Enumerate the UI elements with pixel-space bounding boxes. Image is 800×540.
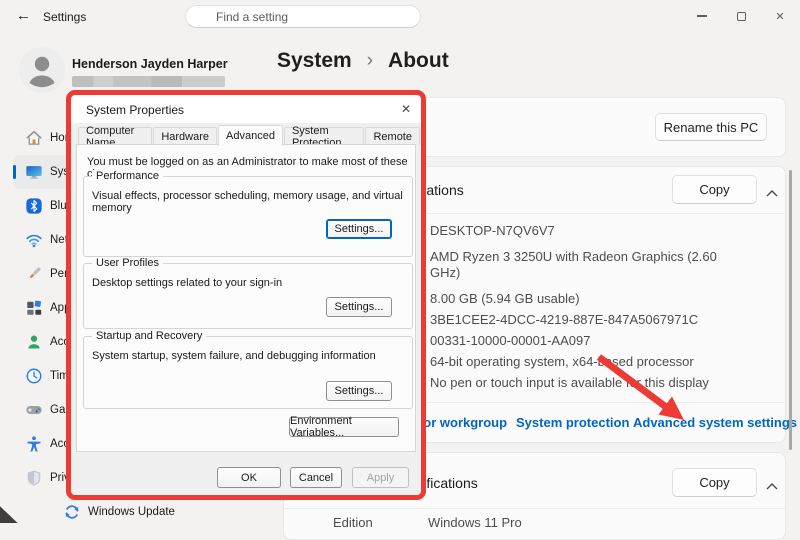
user-profiles-settings-button[interactable]: Settings... bbox=[326, 297, 392, 317]
startup-recovery-description: System startup, system failure, and debu… bbox=[92, 350, 376, 362]
user-name: Henderson Jayden Harper bbox=[72, 57, 228, 71]
performance-settings-button[interactable]: Settings... bbox=[326, 219, 392, 239]
cancel-button[interactable]: Cancel bbox=[290, 467, 342, 488]
brush-icon bbox=[25, 265, 43, 283]
copy-device-specs-button[interactable]: Copy bbox=[672, 175, 757, 204]
system-properties-dialog: System Properties ✕ Computer Name Hardwa… bbox=[71, 95, 421, 495]
maximize-button[interactable] bbox=[727, 6, 755, 26]
bluetooth-icon bbox=[25, 197, 43, 215]
user-profiles-group: User Profiles Desktop settings related t… bbox=[83, 257, 413, 329]
startup-recovery-settings-button[interactable]: Settings... bbox=[326, 381, 392, 401]
avatar bbox=[19, 47, 65, 98]
home-icon bbox=[25, 129, 43, 147]
system-type-value: 64-bit operating system, x64-based proce… bbox=[430, 354, 694, 369]
environment-variables-button[interactable]: Environment Variables... bbox=[289, 415, 399, 439]
processor-value: AMD Ryzen 3 3250U with Radeon Graphics (… bbox=[430, 249, 717, 264]
close-button[interactable]: ✕ bbox=[766, 6, 794, 26]
installed-ram-value: 8.00 GB (5.94 GB usable) bbox=[430, 291, 580, 306]
performance-description: Visual effects, processor scheduling, me… bbox=[92, 190, 403, 214]
tab-computer-name[interactable]: Computer Name bbox=[78, 125, 153, 149]
breadcrumb: System › About bbox=[277, 49, 449, 73]
dialog-titlebar: System Properties ✕ bbox=[71, 95, 421, 123]
advanced-system-settings-link[interactable]: Advanced system settings bbox=[633, 415, 797, 430]
breadcrumb-separator-icon: › bbox=[366, 50, 374, 71]
processor-value-line2: GHz) bbox=[430, 265, 461, 280]
ok-button[interactable]: OK bbox=[217, 467, 281, 488]
sidebar-item-windows-update[interactable]: Windows Update bbox=[13, 495, 175, 529]
dialog-title: System Properties bbox=[86, 103, 185, 117]
user-profiles-description: Desktop settings related to your sign-in bbox=[92, 277, 283, 289]
tab-remote[interactable]: Remote bbox=[365, 127, 420, 145]
advanced-tab-page: You must be logged on as an Administrato… bbox=[76, 144, 416, 452]
person-icon bbox=[25, 333, 43, 351]
pen-touch-value: No pen or touch input is available for t… bbox=[430, 375, 709, 390]
rename-pc-button[interactable]: Rename this PC bbox=[655, 113, 767, 141]
wifi-icon bbox=[25, 231, 43, 249]
shield-icon bbox=[25, 469, 43, 487]
breadcrumb-system[interactable]: System bbox=[277, 49, 352, 73]
product-id-value: 00331-10000-00001-AA097 bbox=[430, 333, 591, 348]
chevron-up-icon[interactable] bbox=[766, 184, 778, 202]
tab-advanced[interactable]: Advanced bbox=[218, 125, 283, 146]
dialog-tabs: Computer Name Hardware Advanced System P… bbox=[78, 124, 421, 149]
user-profiles-group-title: User Profiles bbox=[92, 257, 163, 269]
windows-update-icon bbox=[63, 503, 81, 521]
page-title: About bbox=[388, 49, 449, 72]
minimize-button[interactable] bbox=[688, 6, 716, 26]
back-arrow-icon[interactable]: ← bbox=[16, 7, 31, 24]
system-icon bbox=[25, 163, 43, 181]
divider bbox=[284, 508, 787, 509]
dialog-close-icon[interactable]: ✕ bbox=[401, 102, 411, 116]
app-title: Settings bbox=[43, 10, 87, 24]
copy-windows-specs-button[interactable]: Copy bbox=[672, 468, 757, 497]
minimize-icon bbox=[697, 15, 707, 17]
gamepad-icon bbox=[25, 401, 43, 419]
accessibility-icon bbox=[25, 435, 43, 453]
device-specs-values: DESKTOP-N7QV6V7 AMD Ryzen 3 3250U with R… bbox=[430, 223, 720, 396]
clock-icon bbox=[25, 367, 43, 385]
startup-recovery-group: Startup and Recovery System startup, sys… bbox=[83, 330, 413, 409]
startup-recovery-group-title: Startup and Recovery bbox=[92, 330, 207, 342]
apps-icon bbox=[25, 299, 43, 317]
performance-group: Performance Visual effects, processor sc… bbox=[83, 170, 413, 257]
tab-hardware[interactable]: Hardware bbox=[153, 127, 218, 145]
device-name-value: DESKTOP-N7QV6V7 bbox=[430, 223, 555, 238]
search-input[interactable] bbox=[185, 5, 421, 28]
performance-group-title: Performance bbox=[92, 170, 163, 182]
user-email-redacted bbox=[72, 76, 225, 87]
system-protection-link[interactable]: System protection bbox=[516, 415, 629, 430]
tab-system-protection[interactable]: System Protection bbox=[283, 125, 365, 149]
maximize-icon bbox=[736, 11, 746, 21]
device-id-value: 3BE1CEE2-4DCC-4219-887E-847A5067971C bbox=[430, 312, 699, 327]
chevron-up-icon[interactable] bbox=[766, 477, 778, 495]
selected-indicator bbox=[13, 165, 16, 179]
apply-button[interactable]: Apply bbox=[352, 467, 409, 488]
scrollbar[interactable] bbox=[789, 170, 792, 450]
